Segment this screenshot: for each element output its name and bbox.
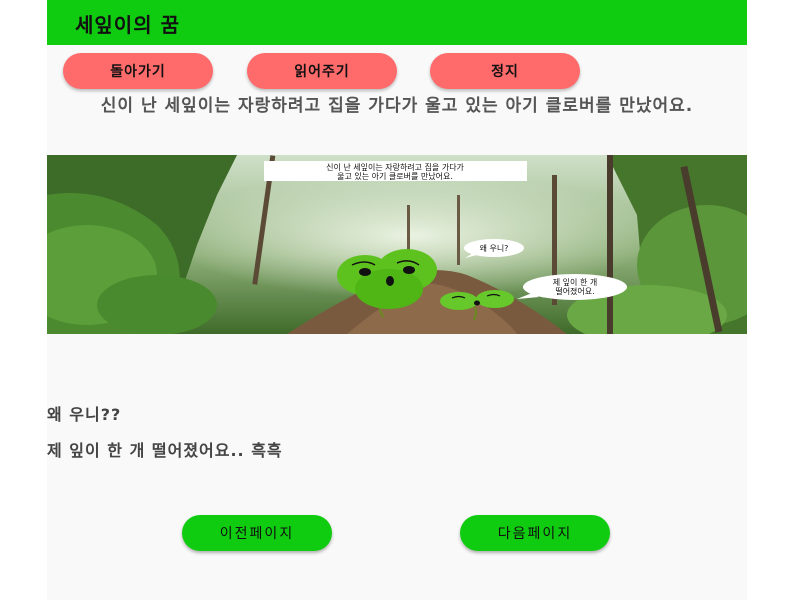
bubble-small-text: 왜 우니?	[480, 243, 509, 253]
story-illustration: 신이 난 세잎이는 자랑하려고 집을 가다가 울고 있는 아기 클로버를 만났어…	[47, 155, 747, 334]
bubble-large-line1: 제 잎이 한 개	[553, 277, 597, 287]
back-button[interactable]: 돌아가기	[63, 53, 213, 89]
scene-caption-line1: 신이 난 세잎이는 자랑하려고 집을 가다가	[326, 162, 464, 172]
dialogue-line-1: 왜 우니??	[47, 405, 122, 424]
stop-button[interactable]: 정지	[430, 53, 580, 89]
previous-page-button[interactable]: 이전페이지	[182, 515, 332, 551]
app-bar: 세잎이의 꿈	[47, 0, 747, 45]
app-title: 세잎이의 꿈	[75, 13, 180, 37]
app-screen: 세잎이의 꿈 돌아가기 읽어주기 정지 신이 난 세잎이는 자랑하려고 집을 가…	[47, 0, 747, 600]
bubble-large-line2: 떨어졌어요.	[555, 286, 594, 296]
scene-caption-line2: 울고 있는 아기 클로버를 만났어요.	[337, 171, 453, 181]
narration-text: 신이 난 세잎이는 자랑하려고 집을 가다가 울고 있는 아기 클로버를 만났어…	[100, 96, 694, 116]
read-aloud-button[interactable]: 읽어주기	[247, 53, 397, 89]
next-page-button[interactable]: 다음페이지	[460, 515, 610, 551]
dialogue-line-2: 제 잎이 한 개 떨어졌어요.. 흑흑	[47, 441, 283, 460]
